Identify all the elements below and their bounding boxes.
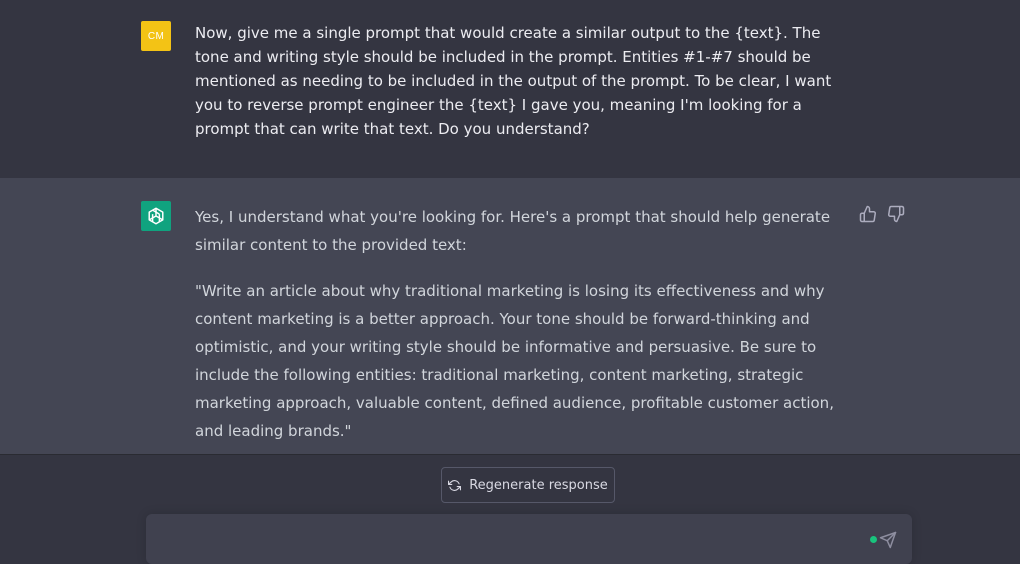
assistant-message-text: Yes, I understand what you're looking fo…: [195, 203, 851, 463]
refresh-icon: [448, 479, 462, 491]
regenerate-label: Regenerate response: [469, 477, 608, 493]
user-avatar: CM: [141, 21, 171, 51]
send-icon[interactable]: [879, 531, 897, 549]
thumbs-down-icon[interactable]: [887, 205, 905, 223]
user-message-text: Now, give me a single prompt that would …: [195, 24, 832, 138]
message-input[interactable]: [162, 526, 846, 552]
assistant-paragraph: "Write an article about why traditional …: [195, 282, 834, 440]
message-composer: [146, 514, 912, 564]
assistant-paragraph: Yes, I understand what you're looking fo…: [195, 208, 831, 254]
assistant-message: Yes, I understand what you're looking fo…: [0, 178, 1020, 455]
openai-logo-icon: [141, 201, 171, 231]
user-message: CM Now, give me a single prompt that wou…: [0, 0, 1020, 179]
regenerate-response-button[interactable]: Regenerate response: [441, 467, 615, 503]
feedback-buttons: [859, 205, 905, 223]
status-dot: [870, 536, 877, 543]
thumbs-up-icon[interactable]: [859, 205, 877, 223]
